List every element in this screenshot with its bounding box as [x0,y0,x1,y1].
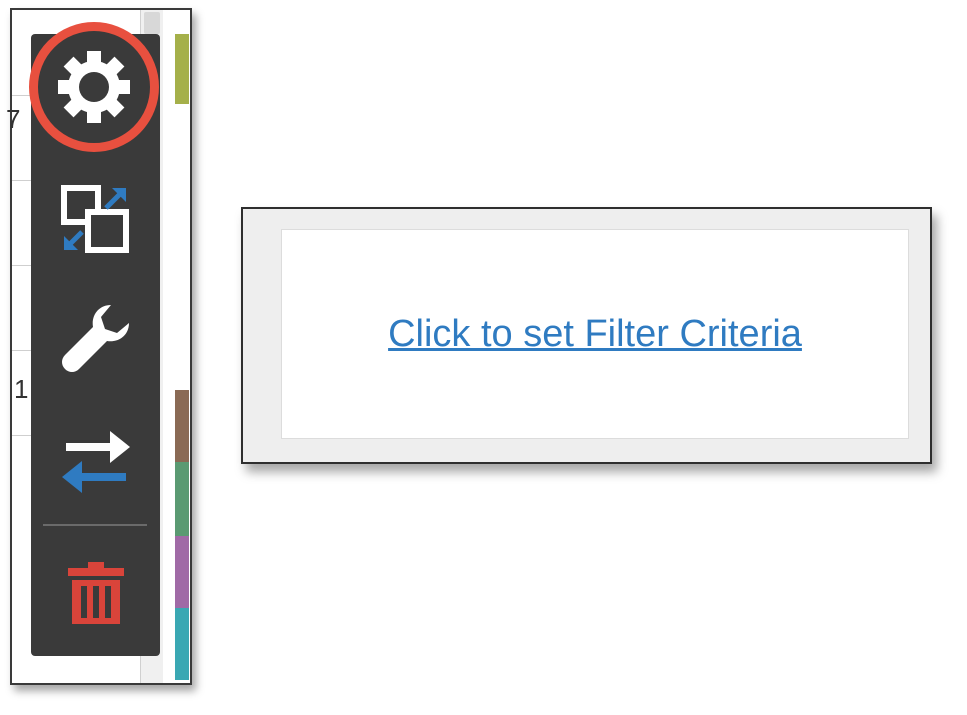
swap-button[interactable] [31,424,160,500]
gear-icon [58,51,130,123]
color-strip [175,34,189,104]
swap-arrows-icon [61,431,130,493]
set-filter-criteria-link[interactable]: Click to set Filter Criteria [388,313,802,356]
color-strip [175,608,189,680]
resize-icon [60,185,129,253]
filter-content-area: Click to set Filter Criteria [281,229,909,439]
filter-widget: Click to set Filter Criteria [241,207,932,464]
cell-fragment: 7 [6,104,21,134]
color-strip [175,536,189,608]
color-strip [175,390,189,462]
wrench-icon [61,305,129,372]
cell-fragment: 1 [14,374,29,404]
resize-button[interactable] [31,182,160,258]
color-strip [175,462,189,536]
delete-button[interactable] [31,556,160,630]
toolbar-divider [43,524,147,526]
configure-button[interactable] [31,296,160,380]
trash-icon [67,562,124,624]
settings-button[interactable] [29,22,159,152]
